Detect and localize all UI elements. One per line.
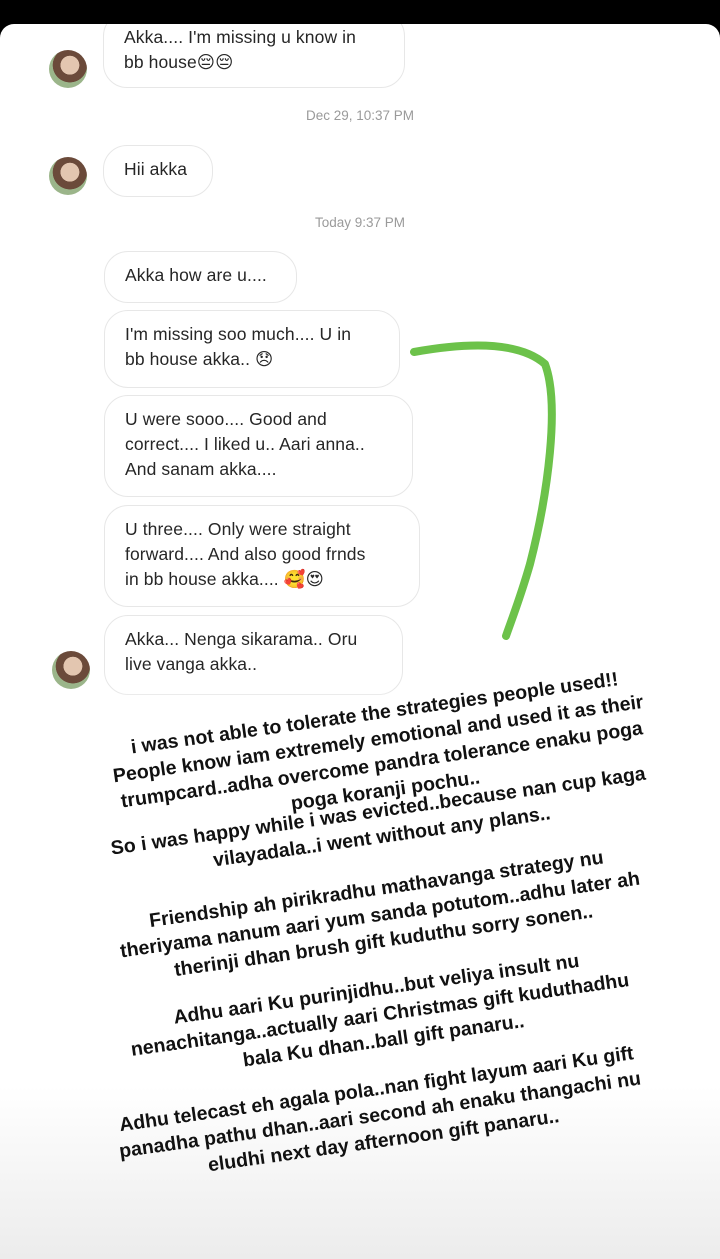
status-bar <box>0 0 720 24</box>
story-panel: Akka.... I'm missing u know in bb house😔… <box>0 24 720 1259</box>
green-bracket-drawing <box>410 341 556 640</box>
